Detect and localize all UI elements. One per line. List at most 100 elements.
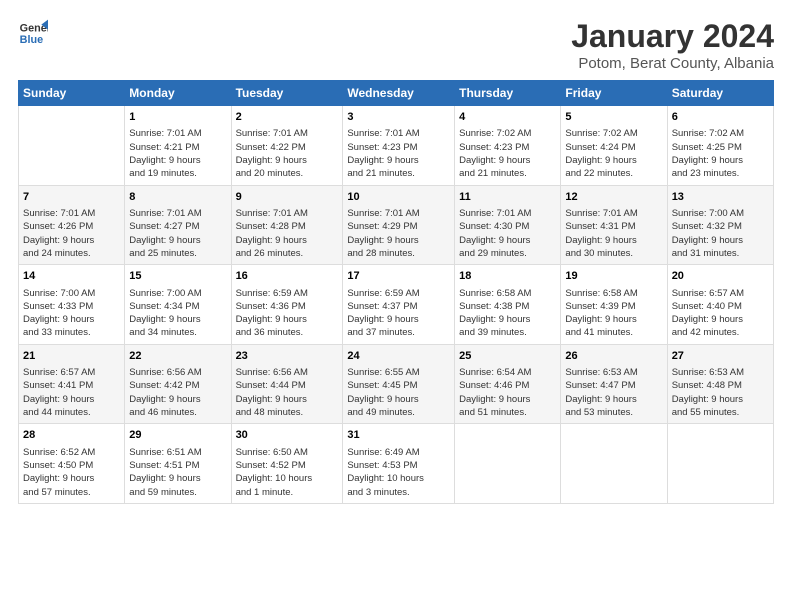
table-row: 15Sunrise: 7:00 AM Sunset: 4:34 PM Dayli… (125, 265, 231, 345)
svg-text:Blue: Blue (20, 34, 43, 46)
week-row-1: 1Sunrise: 7:01 AM Sunset: 4:21 PM Daylig… (19, 106, 774, 186)
day-number: 12 (565, 190, 662, 205)
table-row: 13Sunrise: 7:00 AM Sunset: 4:32 PM Dayli… (667, 185, 773, 265)
table-row: 16 Sunrise: 6:59 AM Sunset: 4:36 PM Dayli… (231, 265, 343, 345)
subtitle: Potom, Berat County, Albania (571, 55, 774, 72)
day-info: Sunrise: 6:55 AM Sunset: 4:45 PM Dayligh… (347, 366, 450, 419)
day-number: 25 (459, 349, 556, 364)
day-info: Sunrise: 6:58 AM Sunset: 4:39 PM Dayligh… (565, 287, 662, 340)
table-row: 30Sunrise: 6:50 AM Sunset: 4:52 PM Dayli… (231, 424, 343, 504)
day-number: 22 (129, 349, 226, 364)
main-title: January 2024 (571, 18, 774, 55)
table-row: 18 Sunrise: 6:58 AM Sunset: 4:38 PM Dayli… (455, 265, 561, 345)
week-row-5: 28 Sunrise: 6:52 AM Sunset: 4:50 PM Dayli… (19, 424, 774, 504)
day-number: 19 (565, 269, 662, 284)
day-info: Sunrise: 7:01 AM Sunset: 4:21 PM Dayligh… (129, 127, 226, 180)
table-row: 6Sunrise: 7:02 AM Sunset: 4:25 PM Daylig… (667, 106, 773, 186)
week-row-4: 21 Sunrise: 6:57 AM Sunset: 4:41 PM Dayli… (19, 344, 774, 424)
day-info: Sunrise: 7:01 AM Sunset: 4:23 PM Dayligh… (347, 127, 450, 180)
table-row: 11 Sunrise: 7:01 AM Sunset: 4:30 PM Dayli… (455, 185, 561, 265)
day-number: 20 (672, 269, 769, 284)
day-info: Sunrise: 7:01 AM Sunset: 4:28 PM Dayligh… (236, 207, 339, 260)
table-row: 31 Sunrise: 6:49 AM Sunset: 4:53 PM Dayli… (343, 424, 455, 504)
page: General Blue January 2024 Potom, Berat C… (0, 0, 792, 612)
day-number: 11 (459, 190, 556, 205)
header-wednesday: Wednesday (343, 81, 455, 106)
day-info: Sunrise: 7:01 AM Sunset: 4:26 PM Dayligh… (23, 207, 120, 260)
day-info: Sunrise: 6:58 AM Sunset: 4:38 PM Dayligh… (459, 287, 556, 340)
table-row: 25 Sunrise: 6:54 AM Sunset: 4:46 PM Dayli… (455, 344, 561, 424)
day-info: Sunrise: 6:51 AM Sunset: 4:51 PM Dayligh… (129, 446, 226, 499)
table-row: 17Sunrise: 6:59 AM Sunset: 4:37 PM Dayli… (343, 265, 455, 345)
day-number: 28 (23, 428, 120, 443)
week-row-3: 14 Sunrise: 7:00 AM Sunset: 4:33 PM Dayli… (19, 265, 774, 345)
day-info: Sunrise: 6:57 AM Sunset: 4:40 PM Dayligh… (672, 287, 769, 340)
day-number: 8 (129, 190, 226, 205)
table-row: 24 Sunrise: 6:55 AM Sunset: 4:45 PM Dayli… (343, 344, 455, 424)
table-row: 4Sunrise: 7:02 AM Sunset: 4:23 PM Daylig… (455, 106, 561, 186)
day-info: Sunrise: 6:49 AM Sunset: 4:53 PM Dayligh… (347, 446, 450, 499)
day-number: 14 (23, 269, 120, 284)
table-row: 20 Sunrise: 6:57 AM Sunset: 4:40 PM Dayli… (667, 265, 773, 345)
table-row: 21 Sunrise: 6:57 AM Sunset: 4:41 PM Dayli… (19, 344, 125, 424)
table-row: 19 Sunrise: 6:58 AM Sunset: 4:39 PM Dayli… (561, 265, 667, 345)
day-info: Sunrise: 7:01 AM Sunset: 4:30 PM Dayligh… (459, 207, 556, 260)
logo: General Blue (18, 18, 48, 48)
day-info: Sunrise: 7:01 AM Sunset: 4:31 PM Dayligh… (565, 207, 662, 260)
day-info: Sunrise: 6:52 AM Sunset: 4:50 PM Dayligh… (23, 446, 120, 499)
header-row: Sunday Monday Tuesday Wednesday Thursday… (19, 81, 774, 106)
day-info: Sunrise: 7:02 AM Sunset: 4:24 PM Dayligh… (565, 127, 662, 180)
table-row: 2 Sunrise: 7:01 AM Sunset: 4:22 PM Daylig… (231, 106, 343, 186)
calendar-table: Sunday Monday Tuesday Wednesday Thursday… (18, 80, 774, 504)
day-info: Sunrise: 6:57 AM Sunset: 4:41 PM Dayligh… (23, 366, 120, 419)
day-number: 31 (347, 428, 450, 443)
header-saturday: Saturday (667, 81, 773, 106)
table-row: 22 Sunrise: 6:56 AM Sunset: 4:42 PM Dayli… (125, 344, 231, 424)
table-row: 12 Sunrise: 7:01 AM Sunset: 4:31 PM Dayli… (561, 185, 667, 265)
day-number: 26 (565, 349, 662, 364)
day-number: 4 (459, 110, 556, 125)
header: General Blue January 2024 Potom, Berat C… (18, 18, 774, 72)
day-number: 27 (672, 349, 769, 364)
day-number: 17 (347, 269, 450, 284)
table-row: 7Sunrise: 7:01 AM Sunset: 4:26 PM Daylig… (19, 185, 125, 265)
day-number: 5 (565, 110, 662, 125)
day-number: 9 (236, 190, 339, 205)
day-info: Sunrise: 6:53 AM Sunset: 4:48 PM Dayligh… (672, 366, 769, 419)
day-number: 21 (23, 349, 120, 364)
day-number: 10 (347, 190, 450, 205)
table-row: 28 Sunrise: 6:52 AM Sunset: 4:50 PM Dayli… (19, 424, 125, 504)
logo-icon: General Blue (18, 18, 48, 48)
header-sunday: Sunday (19, 81, 125, 106)
table-row: 1Sunrise: 7:01 AM Sunset: 4:21 PM Daylig… (125, 106, 231, 186)
day-number: 16 (236, 269, 339, 284)
day-info: Sunrise: 6:54 AM Sunset: 4:46 PM Dayligh… (459, 366, 556, 419)
day-info: Sunrise: 6:56 AM Sunset: 4:42 PM Dayligh… (129, 366, 226, 419)
day-info: Sunrise: 7:00 AM Sunset: 4:33 PM Dayligh… (23, 287, 120, 340)
day-info: Sunrise: 6:53 AM Sunset: 4:47 PM Dayligh… (565, 366, 662, 419)
day-number: 30 (236, 428, 339, 443)
day-info: Sunrise: 7:02 AM Sunset: 4:25 PM Dayligh… (672, 127, 769, 180)
table-row: 10 Sunrise: 7:01 AM Sunset: 4:29 PM Dayli… (343, 185, 455, 265)
table-row (19, 106, 125, 186)
table-row (561, 424, 667, 504)
header-monday: Monday (125, 81, 231, 106)
day-number: 2 (236, 110, 339, 125)
day-info: Sunrise: 6:59 AM Sunset: 4:36 PM Dayligh… (236, 287, 339, 340)
header-friday: Friday (561, 81, 667, 106)
day-number: 18 (459, 269, 556, 284)
table-row: 9 Sunrise: 7:01 AM Sunset: 4:28 PM Daylig… (231, 185, 343, 265)
day-number: 13 (672, 190, 769, 205)
day-info: Sunrise: 7:01 AM Sunset: 4:29 PM Dayligh… (347, 207, 450, 260)
day-number: 24 (347, 349, 450, 364)
day-number: 3 (347, 110, 450, 125)
table-row: 23 Sunrise: 6:56 AM Sunset: 4:44 PM Dayli… (231, 344, 343, 424)
table-row: 29 Sunrise: 6:51 AM Sunset: 4:51 PM Dayli… (125, 424, 231, 504)
day-number: 29 (129, 428, 226, 443)
day-info: Sunrise: 6:56 AM Sunset: 4:44 PM Dayligh… (236, 366, 339, 419)
day-info: Sunrise: 7:01 AM Sunset: 4:27 PM Dayligh… (129, 207, 226, 260)
day-info: Sunrise: 7:00 AM Sunset: 4:34 PM Dayligh… (129, 287, 226, 340)
day-info: Sunrise: 7:01 AM Sunset: 4:22 PM Dayligh… (236, 127, 339, 180)
header-tuesday: Tuesday (231, 81, 343, 106)
day-number: 23 (236, 349, 339, 364)
